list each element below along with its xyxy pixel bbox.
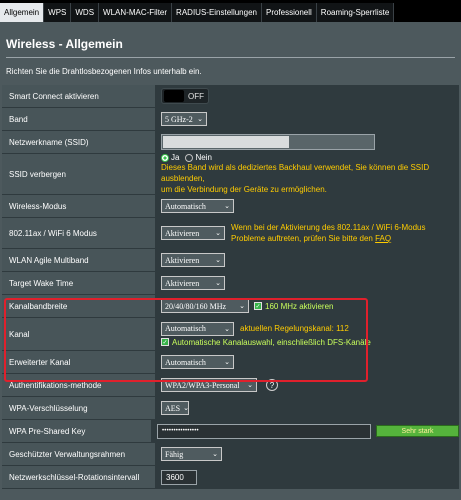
radio-ja[interactable]: [161, 153, 169, 162]
row-label: Smart Connect aktivieren: [2, 85, 155, 107]
ssid-input[interactable]: [161, 134, 375, 150]
page-description: Richten Sie die Drahtlosbezogenen Infos …: [6, 67, 202, 76]
row-ssid-hide: SSID verbergen Ja Nein Dieses Band wird …: [2, 153, 459, 195]
tab-wds[interactable]: WDS: [71, 3, 100, 22]
highlight-box: [4, 298, 368, 382]
select-value: Aktivieren: [165, 278, 200, 288]
select-value: Automatisch: [165, 201, 206, 211]
radio-ja-label: Ja: [171, 153, 180, 162]
twt-select[interactable]: Aktivieren ⌄: [161, 276, 225, 290]
select-value: Fähig: [165, 449, 184, 459]
chevron-down-icon: ⌄: [215, 229, 221, 237]
smart-connect-toggle[interactable]: OFF: [161, 88, 209, 104]
select-value: Aktivieren: [165, 255, 200, 265]
band-select[interactable]: 5 GHz-2 ⌄: [161, 112, 207, 126]
pmf-select[interactable]: Fähig ⌄: [161, 447, 222, 461]
chevron-down-icon: ⌄: [183, 404, 189, 412]
ax-mode-select[interactable]: Aktivieren ⌄: [161, 226, 225, 240]
rotation-value: 3600: [166, 472, 184, 482]
row-label: Netzwerkschlüssel-Rotationsintervall: [2, 466, 155, 488]
tab-roaming[interactable]: Roaming-Sperrliste: [316, 3, 395, 22]
toggle-state: OFF: [188, 91, 204, 101]
chevron-down-icon: ⌄: [215, 256, 221, 264]
wireless-mode-select[interactable]: Automatisch ⌄: [161, 199, 234, 213]
row-label: Target Wake Time: [2, 272, 155, 294]
row-smart-connect: Smart Connect aktivieren OFF: [2, 85, 459, 108]
tab-wlan-mac-filter[interactable]: WLAN-MAC-Filter: [99, 3, 173, 22]
row-label: Wireless-Modus: [2, 195, 155, 217]
row-rotation: Netzwerkschlüssel-Rotationsintervall 360…: [2, 466, 459, 489]
page-title: Wireless - Allgemein: [6, 37, 123, 51]
row-label: WLAN Agile Multiband: [2, 249, 155, 271]
tab-radius[interactable]: RADIUS-Einstellungen: [172, 3, 262, 22]
agile-select[interactable]: Aktivieren ⌄: [161, 253, 225, 267]
chevron-down-icon: ⌄: [215, 279, 221, 287]
row-ssid: Netzwerkname (SSID): [2, 131, 459, 154]
ssid-hint-line2: um die Verbindung der Geräte zu ermöglic…: [161, 185, 327, 194]
ax-hint-line2: Probleme auftreten, prüfen Sie bitte den: [231, 234, 376, 243]
row-label: 802.11ax / WiFi 6 Modus: [2, 218, 155, 248]
row-wireless-mode: Wireless-Modus Automatisch ⌄: [2, 195, 459, 218]
tab-allgemein[interactable]: Allgemein: [0, 3, 45, 22]
psk-input[interactable]: ••••••••••••••••: [157, 423, 371, 439]
select-value: Aktivieren: [165, 228, 200, 238]
row-label: WPA Pre-Shared Key: [2, 420, 151, 442]
select-value: 5 GHz-2: [165, 114, 193, 124]
faq-link[interactable]: FAQ: [375, 234, 391, 243]
tab-wps[interactable]: WPS: [44, 3, 72, 22]
wpa-enc-select[interactable]: AES ⌄: [161, 401, 189, 415]
row-wpa-enc: WPA-Verschlüsselung AES ⌄: [2, 397, 459, 420]
strength-label: Sehr stark: [401, 427, 434, 435]
psk-value: ••••••••••••••••: [162, 428, 199, 434]
row-pmf: Geschützter Verwaltungsrahmen Fähig ⌄: [2, 443, 459, 466]
tab-bar: Allgemein WPS WDS WLAN-MAC-Filter RADIUS…: [0, 0, 461, 22]
divider: [6, 57, 455, 58]
chevron-down-icon: ⌄: [197, 115, 203, 123]
row-twt: Target Wake Time Aktivieren ⌄: [2, 272, 459, 295]
radio-nein-label: Nein: [195, 153, 212, 162]
row-ax-mode: 802.11ax / WiFi 6 Modus Aktivieren ⌄ Wenn…: [2, 218, 459, 249]
row-label: Band: [2, 108, 155, 130]
ax-hint-line1: Wenn bei der Aktivierung des 802.11ax / …: [231, 223, 426, 232]
tab-professionell[interactable]: Professionell: [261, 3, 317, 22]
toggle-knob: [164, 90, 184, 102]
chevron-down-icon: ⌄: [224, 202, 230, 210]
rotation-input[interactable]: 3600: [161, 469, 197, 485]
ssid-redacted: [163, 136, 289, 148]
row-label: SSID verbergen: [2, 154, 155, 194]
settings-panel: Wireless - Allgemein Richten Sie die Dra…: [0, 22, 461, 500]
chevron-down-icon: ⌄: [247, 381, 253, 389]
row-label: Netzwerkname (SSID): [2, 131, 155, 153]
row-label: WPA-Verschlüsselung: [2, 397, 155, 419]
row-agile: WLAN Agile Multiband Aktivieren ⌄: [2, 249, 459, 272]
row-psk: WPA Pre-Shared Key •••••••••••••••• Sehr…: [2, 420, 459, 443]
row-band: Band 5 GHz-2 ⌄: [2, 108, 459, 131]
radio-nein[interactable]: [185, 153, 194, 162]
password-strength-meter: Sehr stark: [376, 425, 459, 437]
row-label: Geschützter Verwaltungsrahmen: [2, 443, 155, 465]
select-value: AES: [165, 403, 181, 413]
chevron-down-icon: ⌄: [212, 450, 218, 458]
ssid-hint-line1: Dieses Band wird als dediziertes Backhau…: [161, 163, 430, 183]
